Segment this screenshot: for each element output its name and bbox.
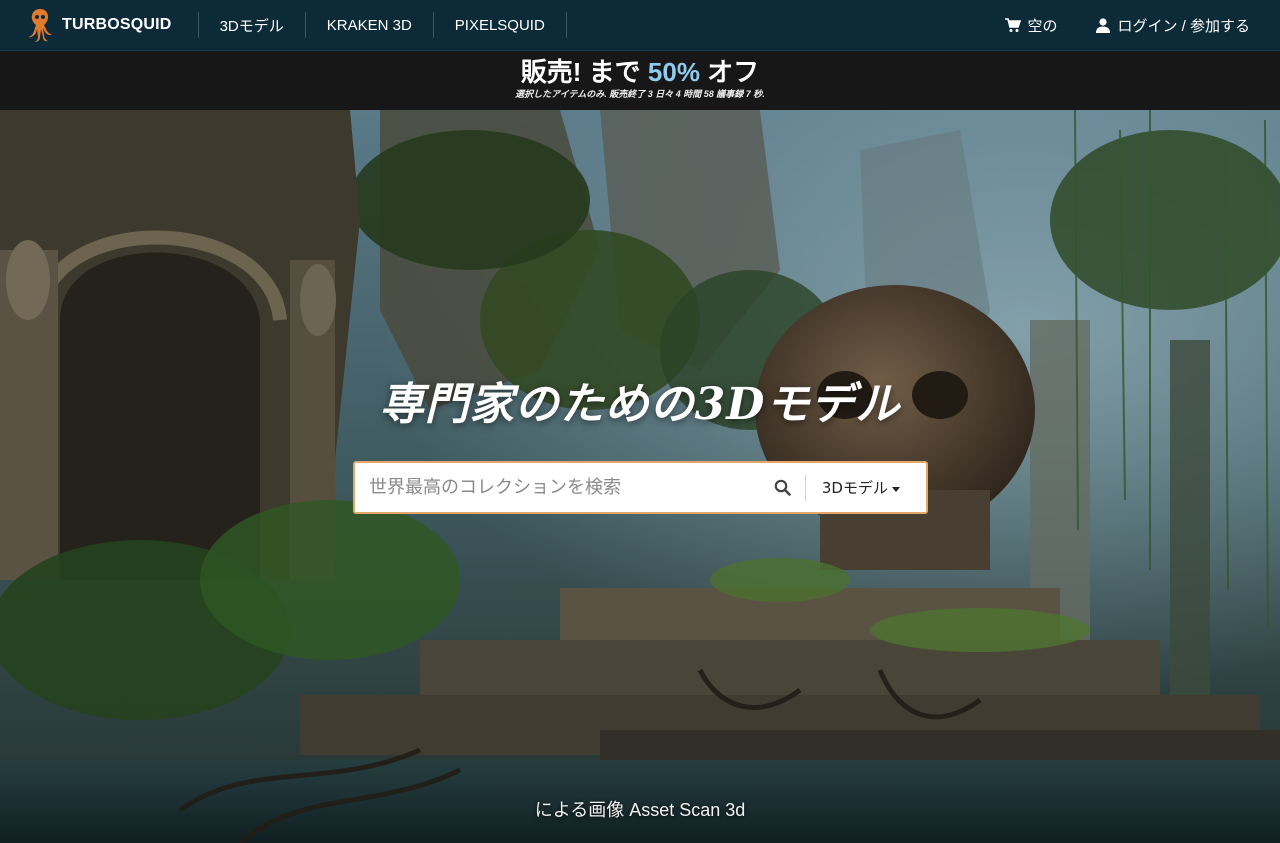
search-bar: 3Dモデル [353,461,928,514]
logo-text: TURBOSQUID [62,16,172,33]
chevron-down-icon [892,486,900,492]
hero-section: 専門家のための3Dモデル 3Dモデル による画像 Asset Scan 3d [0,110,1280,843]
nav-divider [565,12,567,38]
nav-item-kraken-3d[interactable]: KRAKEN 3D [306,0,433,51]
sale-countdown: 選択したアイテムのみ. 販売終了 3 日々 4 時間 58 議事録 7 秒. [515,89,765,99]
cart-label: 空の [1027,17,1058,35]
sale-banner[interactable]: 販売! まで 50% オフ 選択したアイテムのみ. 販売終了 3 日々 4 時間… [0,52,1280,110]
turbosquid-logo[interactable]: TURBOSQUID [0,0,198,51]
sale-percent: 50% [647,57,700,87]
login-label: ログイン / 参加する [1117,17,1250,35]
hero-title: 専門家のための3Dモデル [379,379,901,430]
user-icon [1096,17,1111,33]
sale-title-suffix: オフ [699,57,760,87]
top-navigation: TURBOSQUID 3Dモデル KRAKEN 3D PIXELSQUID 空の… [0,0,1280,51]
nav-item-3d-models[interactable]: 3Dモデル [199,0,305,51]
search-button[interactable] [761,463,805,512]
squid-logo-icon [28,9,52,42]
search-input[interactable] [355,463,761,512]
search-type-label: 3Dモデル [821,479,888,497]
cart-icon [1005,17,1022,32]
cart-link[interactable]: 空の [967,0,1057,51]
sale-title-prefix: 販売! まで [520,57,648,87]
sale-title: 販売! まで 50% オフ [0,56,1280,88]
login-link[interactable]: ログイン / 参加する [1057,0,1250,51]
search-type-dropdown[interactable]: 3Dモデル [806,463,926,512]
search-icon [775,479,792,496]
nav-right: 空の ログイン / 参加する [967,0,1280,51]
image-credit: による画像 Asset Scan 3d [534,800,746,820]
nav-item-pixelsquid[interactable]: PIXELSQUID [434,0,566,51]
